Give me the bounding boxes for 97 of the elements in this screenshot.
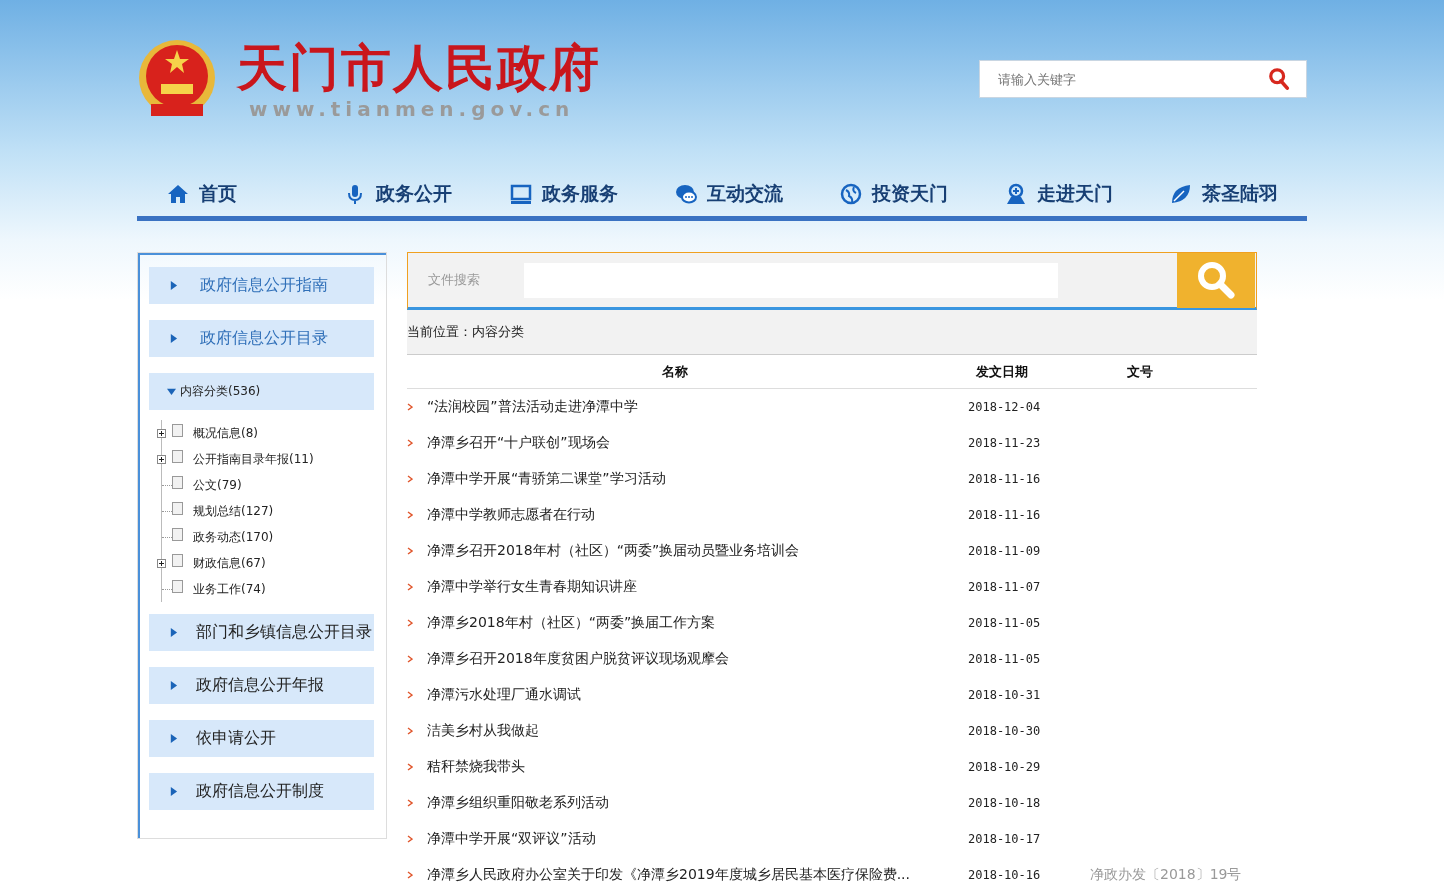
caret-right-icon (169, 787, 178, 796)
chevron-right-icon (407, 439, 413, 447)
chevron-right-icon (407, 547, 413, 555)
tree-item[interactable]: 业务工作(74) (193, 580, 266, 598)
monitor-icon (509, 183, 532, 205)
chevron-right-icon (407, 799, 413, 807)
nav-link[interactable]: 走进天门 (976, 181, 1142, 207)
column-header: 名称 (660, 362, 689, 381)
chevron-right-icon (407, 691, 413, 699)
date-cell-text: 2018-12-04 (968, 400, 1042, 414)
document-link[interactable]: 净潭中学开展“青骄第二课堂”学习活动 (427, 470, 968, 488)
chevron-right-icon (407, 583, 413, 591)
expand-icon[interactable] (157, 558, 166, 568)
nav-link[interactable]: 首页 (137, 181, 316, 207)
document-link[interactable]: “法润校园”普法活动走进净潭中学 (427, 398, 968, 416)
chevron-right-icon (407, 475, 413, 483)
chevron-right-icon (407, 619, 413, 627)
date-cell-text: 2018-11-07 (968, 580, 1042, 594)
document-link[interactable]: 净潭中学举行女生青春期知识讲座 (427, 578, 968, 596)
chevron-right-icon (407, 727, 413, 735)
caret-right-icon (169, 734, 178, 743)
nav-link[interactable]: 政务服务 (480, 181, 647, 207)
document-link[interactable]: 净潭乡召开“十户联创”现场会 (427, 434, 968, 452)
sidebar-menu-item[interactable]: 部门和乡镇信息公开目录 (149, 614, 374, 651)
document-link[interactable]: 净潭乡召开2018年度贫困户脱贫评议现场观摩会 (427, 650, 968, 668)
chevron-right-icon (407, 871, 413, 879)
date-cell-text: 2018-11-16 (968, 508, 1042, 522)
expand-icon[interactable] (157, 454, 166, 464)
document-link[interactable]: 秸秆禁烧我带头 (427, 758, 968, 776)
nav-link[interactable]: 投资天门 (811, 181, 977, 207)
chevron-right-icon (407, 835, 413, 843)
sidebar-menu-item[interactable]: 政府信息公开指南 (149, 267, 374, 304)
file-search-label: 文件搜索 (427, 271, 481, 289)
document-link[interactable]: 净潭乡人民政府办公室关于印发《净潭乡2019年度城乡居民基本医疗保险费... (427, 866, 968, 884)
date-cell-text: 2018-10-18 (968, 796, 1042, 810)
document-link[interactable]: 洁美乡村从我做起 (427, 722, 968, 740)
caret-right-icon (169, 281, 178, 290)
chat-icon (674, 183, 697, 205)
column-header: 发文日期 (975, 362, 1029, 381)
sidebar-menu-item[interactable]: 依申请公开 (149, 720, 374, 757)
date-cell-text: 2018-11-05 (968, 652, 1042, 666)
caret-right-icon (169, 628, 178, 637)
nav-link[interactable]: 互动交流 (646, 181, 812, 207)
document-link[interactable]: 净潭中学教师志愿者在行动 (427, 506, 968, 524)
caret-down-icon (167, 387, 176, 396)
tree-item[interactable]: 公文(79) (193, 476, 242, 494)
nav-link[interactable]: 茶圣陆羽 (1141, 181, 1307, 207)
tree-item[interactable]: 公开指南目录年报(11) (193, 450, 314, 468)
tree-item[interactable]: 财政信息(67) (193, 554, 266, 572)
home-icon (167, 183, 189, 205)
tree-item[interactable]: 规划总结(127) (193, 502, 274, 520)
document-link[interactable]: 净潭乡组织重阳敬老系列活动 (427, 794, 968, 812)
site-search-field[interactable]: 请输入关键字 (979, 60, 1307, 98)
document-link[interactable]: 净潭中学开展“双评议”活动 (427, 830, 968, 848)
document-link[interactable]: 净潭乡2018年村（社区）“两委”换届工作方案 (427, 614, 968, 632)
leaf-icon (1170, 183, 1193, 205)
nav-link[interactable]: 政务公开 (315, 181, 481, 207)
sidebar-menu-item[interactable]: 政府信息公开目录 (149, 320, 374, 357)
globe-icon (839, 183, 862, 205)
document-icon (172, 450, 184, 464)
date-cell-text: 2018-11-16 (968, 472, 1042, 486)
expand-icon[interactable] (157, 428, 166, 438)
date-cell-text: 2018-11-23 (968, 436, 1042, 450)
sidebar-menu-item[interactable]: 政府信息公开制度 (149, 773, 374, 810)
caret-right-icon (169, 681, 178, 690)
document-icon (172, 424, 184, 438)
date-cell-text: 2018-11-09 (968, 544, 1042, 558)
date-cell-text: 2018-10-31 (968, 688, 1042, 702)
document-link[interactable]: 净潭污水处理厂通水调试 (427, 686, 968, 704)
tree-item[interactable]: 概况信息(8) (193, 424, 258, 442)
chevron-right-icon (407, 403, 413, 411)
date-cell-text: 2018-11-05 (968, 616, 1042, 630)
document-icon (172, 528, 184, 542)
breadcrumb: 当前位置：内容分类 (407, 323, 524, 341)
date-cell-text: 2018-10-30 (968, 724, 1042, 738)
document-number-cell: 净政办发〔2018〕19号 (1090, 866, 1242, 882)
date-cell-text: 2018-10-16 (968, 868, 1042, 882)
document-icon (172, 580, 184, 594)
chevron-right-icon (407, 763, 413, 771)
search-icon (1196, 260, 1236, 300)
site-url: www.tianmen.gov.cn (249, 97, 576, 121)
search-icon[interactable] (1268, 67, 1290, 91)
sidebar-menu-item[interactable]: 政府信息公开年报 (149, 667, 374, 704)
caret-right-icon (169, 334, 178, 343)
date-cell-text: 2018-10-17 (968, 832, 1042, 846)
site-title: 天门市人民政府 (237, 39, 601, 97)
sidebar-menu-item[interactable]: 内容分类(536) (149, 373, 374, 410)
person-pin-icon (1005, 183, 1028, 205)
chevron-right-icon (407, 511, 413, 519)
document-link[interactable]: 净潭乡召开2018年村（社区）“两委”换届动员暨业务培训会 (427, 542, 968, 560)
column-header: 文号 (1125, 362, 1154, 381)
date-cell-text: 2018-10-29 (968, 760, 1042, 774)
document-icon (172, 554, 184, 568)
document-icon (172, 502, 184, 516)
chevron-right-icon (407, 655, 413, 663)
document-icon (172, 476, 184, 490)
tree-item[interactable]: 政务动态(170) (193, 528, 274, 546)
